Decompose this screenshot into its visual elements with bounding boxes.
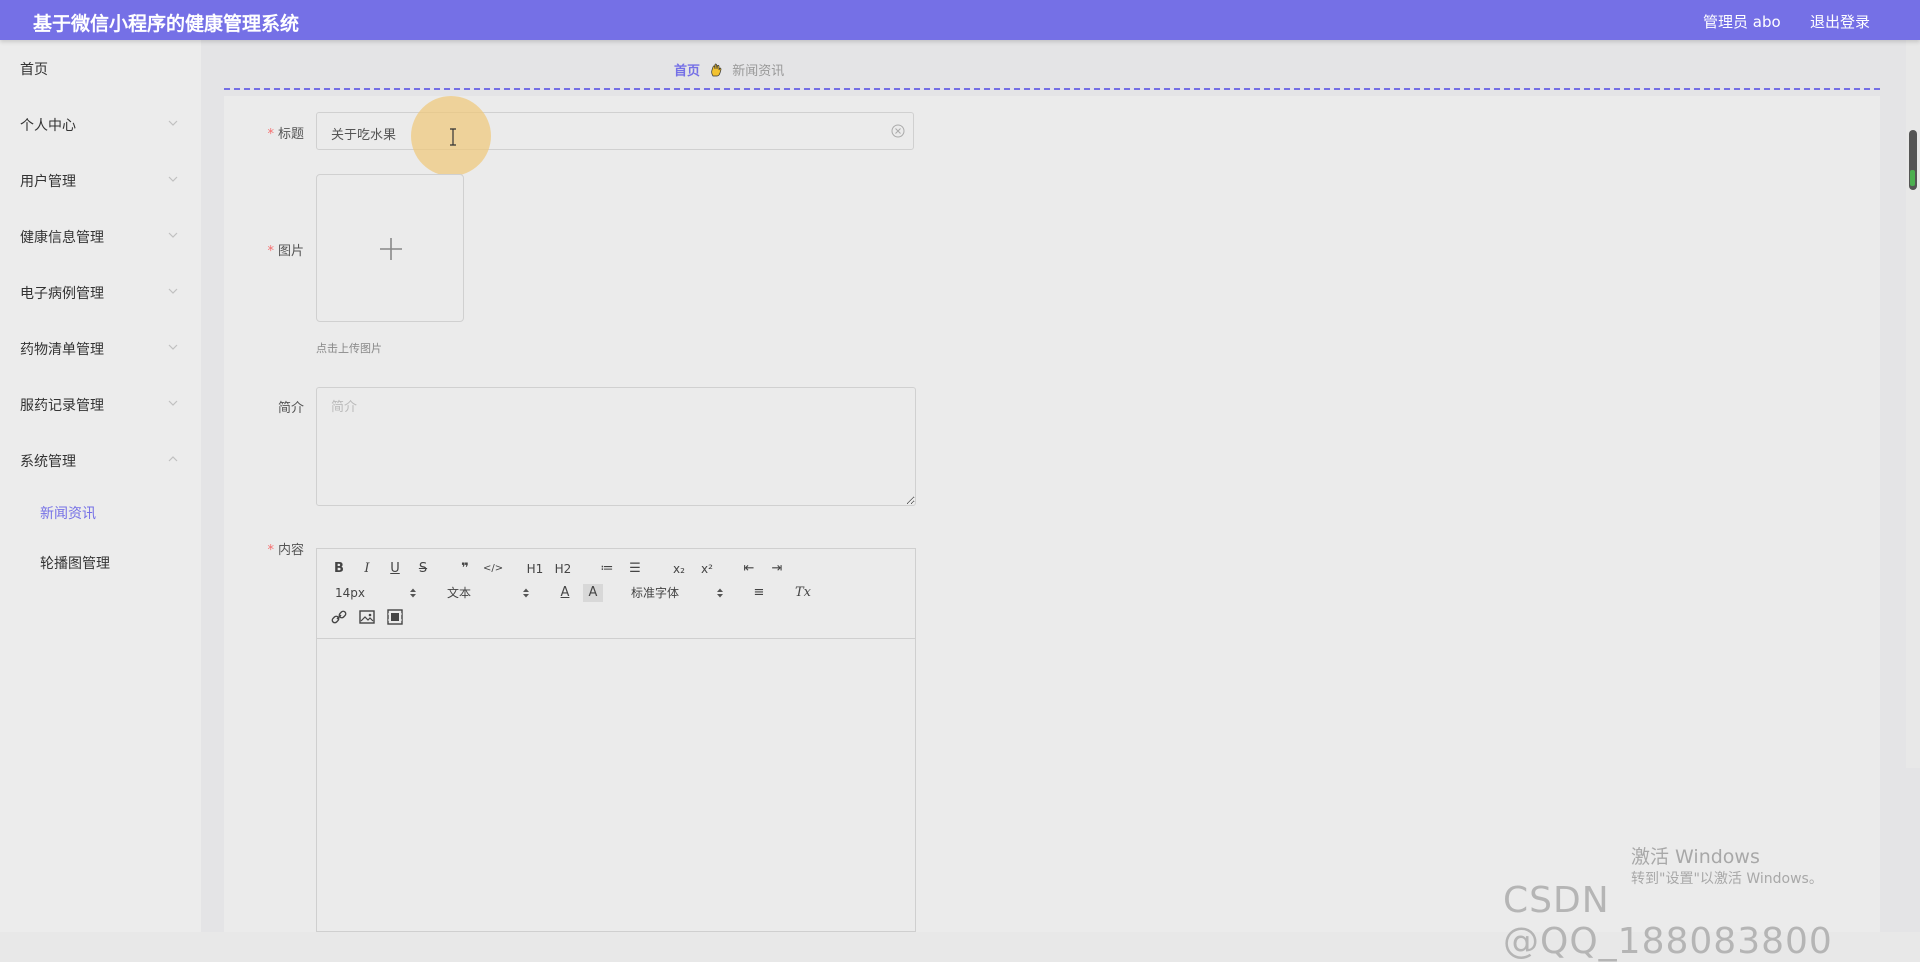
app-title: 基于微信小程序的健康管理系统 bbox=[33, 13, 300, 35]
h2-button[interactable]: H2 bbox=[553, 560, 573, 578]
breadcrumb: 首页 新闻资讯 bbox=[674, 60, 784, 79]
sidebar-item-label: 药物清单管理 bbox=[20, 342, 104, 358]
chevron-down-icon bbox=[168, 176, 178, 182]
font-size-select[interactable]: 14px bbox=[335, 584, 365, 602]
sidebar-item-label: 用户管理 bbox=[20, 174, 76, 190]
chevron-down-icon bbox=[168, 344, 178, 350]
sidebar-item-label: 电子病例管理 bbox=[20, 286, 104, 302]
image-label-text: 图片 bbox=[277, 244, 304, 259]
link-icon[interactable] bbox=[329, 608, 349, 626]
scrollbar-indicator bbox=[1910, 170, 1915, 186]
sidebar-item-label: 服药记录管理 bbox=[20, 398, 104, 414]
font-family-select[interactable]: 标准字体 bbox=[631, 584, 679, 602]
strike-button[interactable]: S bbox=[413, 560, 433, 578]
image-upload-button[interactable] bbox=[316, 174, 464, 322]
sidebar-item-home[interactable]: 首页 bbox=[0, 48, 201, 88]
chevron-down-icon bbox=[168, 288, 178, 294]
blockquote-button[interactable]: ❞ bbox=[455, 560, 475, 578]
sidebar-item-personal-center[interactable]: 个人中心 bbox=[0, 104, 201, 144]
plus-icon bbox=[380, 238, 402, 260]
select-arrows-icon bbox=[410, 588, 416, 598]
chevron-down-icon bbox=[168, 120, 178, 126]
sidebar-item-user-management[interactable]: 用户管理 bbox=[0, 160, 201, 200]
sidebar-item-medical-records[interactable]: 电子病例管理 bbox=[0, 272, 201, 312]
select-arrows-icon bbox=[717, 588, 723, 598]
windows-activation-title: 激活 Windows bbox=[1631, 846, 1760, 868]
clear-format-button[interactable]: Tx bbox=[793, 584, 813, 602]
header-select[interactable]: 文本 bbox=[447, 584, 471, 602]
rich-text-editor: B I U S ❞ </> H1 H2 ≔ ☰ x₂ x² ⇤ ⇥ 14px 文… bbox=[316, 548, 916, 932]
sidebar-item-label: 健康信息管理 bbox=[20, 230, 104, 246]
image-icon[interactable] bbox=[357, 608, 377, 626]
title-input-value: 关于吃水果 bbox=[331, 128, 397, 143]
top-header: 基于微信小程序的健康管理系统 管理员 abo 退出登录 bbox=[0, 0, 1920, 40]
align-button[interactable]: ≡ bbox=[749, 584, 769, 602]
outdent-button[interactable]: ⇤ bbox=[739, 560, 759, 578]
sidebar-item-drug-list[interactable]: 药物清单管理 bbox=[0, 328, 201, 368]
image-label: * 图片 bbox=[224, 240, 304, 259]
title-input[interactable]: 关于吃水果 bbox=[316, 112, 914, 150]
sidebar-subitem-news[interactable]: 新闻资讯 bbox=[0, 492, 201, 532]
ordered-list-button[interactable]: ≔ bbox=[597, 560, 617, 578]
summary-label-text: 简介 bbox=[277, 401, 304, 416]
breadcrumb-current: 新闻资讯 bbox=[732, 64, 785, 79]
italic-button[interactable]: I bbox=[357, 560, 377, 578]
chevron-down-icon bbox=[168, 400, 178, 406]
font-family-value: 标准字体 bbox=[631, 586, 680, 600]
required-mark: * bbox=[267, 543, 274, 558]
video-icon[interactable] bbox=[385, 608, 405, 626]
sidebar-item-system-management[interactable]: 系统管理 bbox=[0, 440, 201, 480]
font-color-button[interactable]: A bbox=[555, 584, 575, 602]
sidebar-item-label: 系统管理 bbox=[20, 454, 76, 470]
chevron-up-icon bbox=[168, 456, 178, 462]
sidebar-item-health-info[interactable]: 健康信息管理 bbox=[0, 216, 201, 256]
breadcrumb-home[interactable]: 首页 bbox=[674, 64, 700, 79]
divider bbox=[224, 88, 1880, 90]
bullet-list-button[interactable]: ☰ bbox=[625, 560, 645, 578]
select-arrows-icon bbox=[523, 588, 529, 598]
subscript-button[interactable]: x₂ bbox=[669, 560, 689, 578]
sidebar-subitem-label: 新闻资讯 bbox=[40, 506, 96, 522]
required-mark: * bbox=[267, 244, 274, 259]
required-mark: * bbox=[267, 127, 274, 142]
sidebar-subitem-carousel[interactable]: 轮播图管理 bbox=[0, 542, 201, 582]
chevron-down-icon bbox=[168, 232, 178, 238]
title-label: * 标题 bbox=[224, 123, 304, 142]
content-label-text: 内容 bbox=[277, 543, 304, 558]
h1-button[interactable]: H1 bbox=[525, 560, 545, 578]
admin-user-label: 管理员 abo bbox=[1703, 13, 1781, 31]
clear-icon[interactable] bbox=[891, 124, 905, 138]
bold-button[interactable]: B bbox=[329, 560, 349, 578]
csdn-watermark: CSDN @QQ_188083800 bbox=[1503, 880, 1833, 962]
indent-button[interactable]: ⇥ bbox=[767, 560, 787, 578]
background-color-button[interactable]: A bbox=[583, 584, 603, 602]
font-size-value: 14px bbox=[335, 586, 365, 600]
upload-hint: 点击上传图片 bbox=[316, 342, 382, 355]
summary-label: 简介 bbox=[224, 397, 304, 416]
text-cursor-icon bbox=[450, 128, 456, 146]
hand-icon bbox=[710, 63, 722, 79]
underline-button[interactable]: U bbox=[385, 560, 405, 578]
sidebar: 首页 个人中心 用户管理 健康信息管理 电子病例管理 药物清单管理 服药记录管理… bbox=[0, 40, 201, 932]
sidebar-item-label: 首页 bbox=[20, 62, 48, 78]
summary-textarea[interactable] bbox=[316, 387, 916, 506]
sidebar-item-label: 个人中心 bbox=[20, 118, 76, 134]
superscript-button[interactable]: x² bbox=[697, 560, 717, 578]
content-label: * 内容 bbox=[224, 539, 304, 558]
code-block-button[interactable]: </> bbox=[483, 560, 503, 578]
sidebar-subitem-label: 轮播图管理 bbox=[40, 556, 110, 572]
editor-toolbar: B I U S ❞ </> H1 H2 ≔ ☰ x₂ x² ⇤ ⇥ 14px 文… bbox=[317, 549, 915, 639]
header-select-value: 文本 bbox=[447, 586, 472, 600]
title-label-text: 标题 bbox=[277, 127, 304, 142]
logout-link[interactable]: 退出登录 bbox=[1810, 11, 1870, 32]
sidebar-item-medication-records[interactable]: 服药记录管理 bbox=[0, 384, 201, 424]
